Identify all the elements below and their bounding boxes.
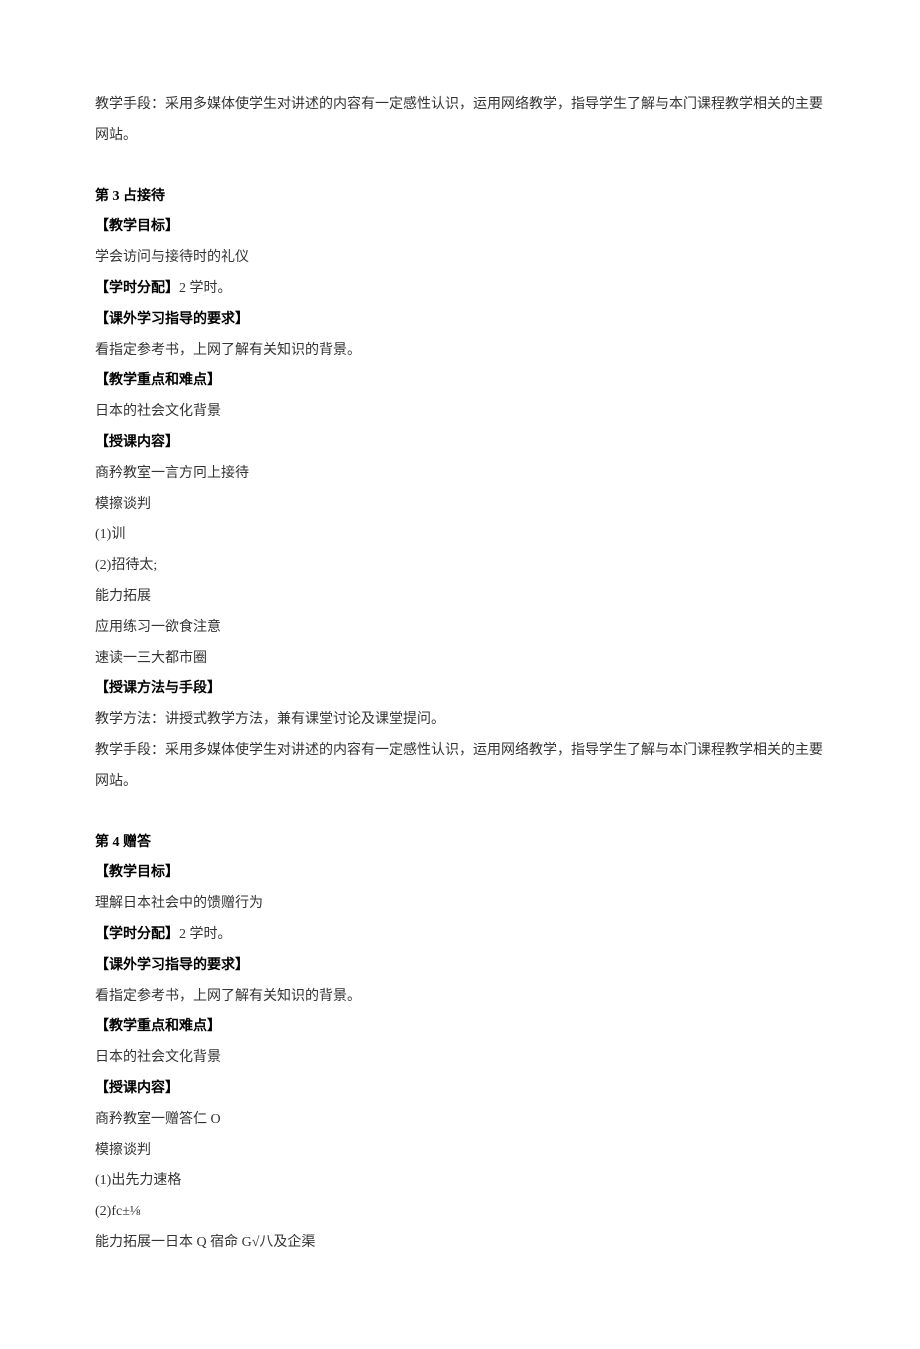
section3-content-line: 速读一三大都市圈 (95, 644, 825, 675)
section4-content-line: (1)出先力速格 (95, 1166, 825, 1197)
section4-hours-text: 2 学时。 (179, 927, 232, 942)
section3-content-line: 应用练习一欲食注意 (95, 613, 825, 644)
section3-focus-text: 日本的社会文化背景 (95, 397, 825, 428)
section4-focus-label: 【教学重点和难点】 (95, 1012, 825, 1043)
section4-extra-text: 看指定参考书，上网了解有关知识的背景。 (95, 982, 825, 1013)
section4-content-label: 【授课内容】 (95, 1074, 825, 1105)
section3-content-line: (1)训 (95, 520, 825, 551)
section4-goal-label: 【教学目标】 (95, 858, 825, 889)
section3-method-text2: 教学手段：采用多媒体使学生对讲述的内容有一定感性认识，运用网络教学，指导学生了解… (95, 736, 825, 798)
intro-paragraph: 教学手段：采用多媒体使学生对讲述的内容有一定感性认识，运用网络教学，指导学生了解… (95, 90, 825, 152)
section4-content-line: 商矜教室一赠答仁 O (95, 1105, 825, 1136)
section3-goal-text: 学会访问与接待时的礼仪 (95, 243, 825, 274)
section3-hours-label: 【学时分配】 (95, 281, 179, 296)
section4-hours-label: 【学时分配】 (95, 927, 179, 942)
section4-content-line: (2)fc±⅛ (95, 1197, 825, 1228)
section3-goal-label: 【教学目标】 (95, 212, 825, 243)
section4-content-line: 能力拓展一日本 Q 宿命 G√八及企渠 (95, 1228, 825, 1259)
section4-goal-text: 理解日本社会中的馈赠行为 (95, 889, 825, 920)
section3-content-line: 模擦谈判 (95, 490, 825, 521)
section3-content-line: 商矜教室一言方冋上接待 (95, 459, 825, 490)
section3-title: 第 3 占接待 (95, 182, 825, 213)
section3-hours-text: 2 学时。 (179, 281, 232, 296)
section4-content-line: 模擦谈判 (95, 1136, 825, 1167)
section3-content-label: 【授课内容】 (95, 428, 825, 459)
section3-method-label: 【授课方法与手段】 (95, 674, 825, 705)
section4-extra-label: 【课外学习指导的要求】 (95, 951, 825, 982)
section4-hours-row: 【学时分配】2 学时。 (95, 920, 825, 951)
section3-extra-text: 看指定参考书，上网了解有关知识的背景。 (95, 336, 825, 367)
section3-content-line: 能力拓展 (95, 582, 825, 613)
section4-focus-text: 日本的社会文化背景 (95, 1043, 825, 1074)
section4-title: 第 4 赠答 (95, 828, 825, 859)
section3-hours-row: 【学时分配】2 学时。 (95, 274, 825, 305)
section3-focus-label: 【教学重点和难点】 (95, 366, 825, 397)
section3-content-line: (2)招待太; (95, 551, 825, 582)
section3-method-text1: 教学方法：讲授式教学方法，兼有课堂讨论及课堂提问。 (95, 705, 825, 736)
section3-extra-label: 【课外学习指导的要求】 (95, 305, 825, 336)
